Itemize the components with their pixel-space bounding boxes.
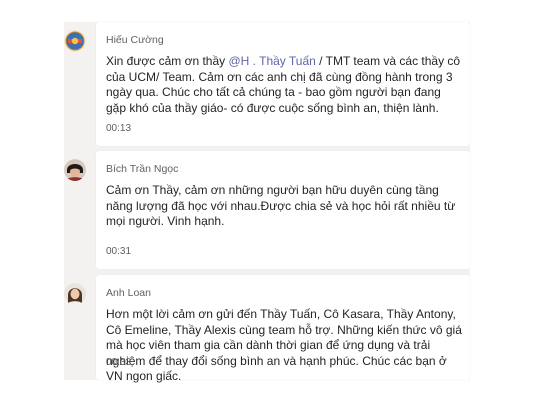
avatar[interactable] [64,30,86,52]
timestamp: 00:13 [106,123,132,134]
chat-message: Bích Trần Ngọc Cảm ơn Thầy, cảm ơn những… [64,151,470,269]
message-text-part: Cảm ơn Thầy, cảm ơn những người bạn hữu … [106,183,456,228]
mention-link[interactable]: @H . Thầy Tuấn [228,54,315,68]
timestamp: 00:33 [106,357,132,368]
avatar[interactable] [64,283,86,305]
message-text-part: Hơn một lời cảm ơn gửi đến Thầy Tuấn, Cô… [106,307,462,383]
message-text: Cảm ơn Thầy, cảm ơn những người bạn hữu … [106,183,462,230]
timestamp: 00:31 [106,246,132,257]
chat-message: Anh Loan Hơn một lời cảm ơn gửi đến Thầy… [64,275,470,383]
avatar-image-icon [64,283,86,305]
message-text: Hơn một lời cảm ơn gửi đến Thầy Tuấn, Cô… [106,307,462,385]
message-bubble[interactable]: Anh Loan Hơn một lời cảm ơn gửi đến Thầy… [96,275,470,383]
author-name[interactable]: Bích Trần Ngọc [106,163,178,175]
author-name[interactable]: Hiếu Cường [106,34,164,46]
avatar[interactable] [64,159,86,181]
chat-thread: Hiếu Cường Xin được cảm ơn thầy @H . Thầ… [64,22,470,383]
message-bubble[interactable]: Hiếu Cường Xin được cảm ơn thầy @H . Thầ… [96,22,470,146]
message-bubble[interactable]: Bích Trần Ngọc Cảm ơn Thầy, cảm ơn những… [96,151,470,269]
author-name[interactable]: Anh Loan [106,287,151,299]
avatar-image-icon [64,159,86,181]
message-text-part: Xin được cảm ơn thầy [106,54,229,68]
message-text: Xin được cảm ơn thầy @H . Thầy Tuấn / TM… [106,54,462,116]
chat-message: Hiếu Cường Xin được cảm ơn thầy @H . Thầ… [64,22,470,146]
avatar-image-icon [64,30,86,52]
